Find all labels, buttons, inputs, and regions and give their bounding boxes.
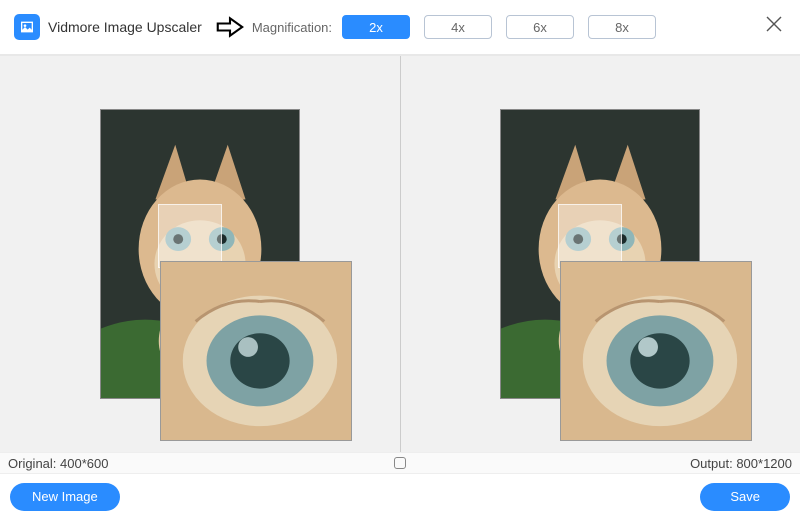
size-labels: Original: 400*600 Output: 800*1200 (0, 452, 800, 474)
zoom-preview-output (560, 261, 752, 441)
original-pane (0, 56, 401, 452)
selection-box-output[interactable] (558, 204, 622, 268)
original-value: 400*600 (60, 456, 108, 471)
original-prefix: Original: (8, 456, 56, 471)
output-size-label: Output: 800*1200 (690, 456, 792, 471)
output-image (500, 109, 700, 399)
link-checkbox[interactable] (394, 457, 406, 469)
original-image (100, 109, 300, 399)
magnification-option-4x[interactable]: 4x (424, 15, 492, 39)
header: Vidmore Image Upscaler Magnification: 2x… (0, 0, 800, 56)
magnification-option-8x[interactable]: 8x (588, 15, 656, 39)
arrow-right-icon (216, 15, 244, 39)
magnification-option-6x[interactable]: 6x (506, 15, 574, 39)
output-value: 800*1200 (736, 456, 792, 471)
zoom-preview-original (160, 261, 352, 441)
save-button[interactable]: Save (700, 483, 790, 511)
magnification-option-2x[interactable]: 2x (342, 15, 410, 39)
output-pane (401, 56, 800, 452)
new-image-button[interactable]: New Image (10, 483, 120, 511)
app-title: Vidmore Image Upscaler (48, 19, 202, 35)
original-size-label: Original: 400*600 (8, 456, 109, 471)
compare-area (0, 56, 800, 452)
app-logo (14, 14, 40, 40)
selection-box[interactable] (158, 204, 222, 268)
close-icon[interactable] (764, 14, 784, 34)
magnification-label: Magnification: (252, 20, 332, 35)
footer: New Image Save (0, 474, 800, 519)
output-prefix: Output: (690, 456, 733, 471)
